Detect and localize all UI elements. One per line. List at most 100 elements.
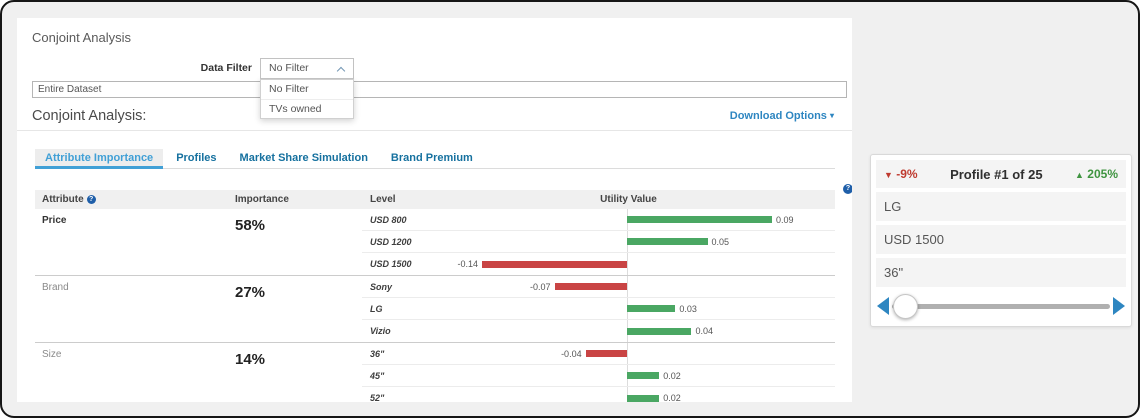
section-title: Conjoint Analysis: (32, 108, 147, 124)
utility-bar-negative (554, 283, 627, 290)
profile-item-price: USD 1500 (876, 225, 1126, 254)
utility-bar-cell: 0.09 (482, 209, 835, 230)
level-row: Sony -0.07 (362, 276, 835, 298)
tab-market-share-simulation[interactable]: Market Share Simulation (230, 149, 378, 169)
utility-bar-cell: 0.02 (482, 387, 835, 402)
page-title: Conjoint Analysis (32, 30, 131, 45)
slider-right-arrow[interactable] (1113, 297, 1125, 315)
caret-down-icon: ▾ (829, 111, 834, 120)
utility-value-label: 0.02 (663, 370, 681, 381)
profile-panel-header: ▼ -9% Profile #1 of 25 ▲ 205% (876, 160, 1126, 188)
level-label: 45" (370, 371, 385, 381)
attribute-name: Brand (42, 282, 69, 293)
level-row: USD 1200 0.05 (362, 231, 835, 253)
dropdown-option-tvs-owned[interactable]: TVs owned (261, 99, 353, 118)
level-label: Sony (370, 282, 393, 292)
level-label: USD 800 (370, 215, 407, 225)
utility-value-label: 0.04 (695, 326, 713, 336)
utility-value-label: -0.04 (561, 348, 582, 359)
utility-bar-cell: 0.03 (482, 298, 835, 319)
level-row: 36" -0.04 (362, 343, 835, 365)
table-help-icon[interactable]: ? (843, 177, 852, 195)
profile-decrease-stat: ▼ -9% (884, 167, 918, 181)
level-row: Vizio 0.04 (362, 320, 835, 342)
slider-left-arrow[interactable] (877, 297, 889, 315)
utility-bar-positive (627, 238, 708, 245)
utility-value-label: 0.09 (776, 214, 794, 225)
data-filter-label: Data Filter (200, 62, 252, 74)
attribute-name: Price (42, 215, 67, 226)
data-filter-select[interactable]: No Filter (260, 58, 354, 79)
tab-profiles[interactable]: Profiles (166, 149, 226, 169)
utility-value-label: -0.07 (529, 281, 551, 292)
utility-bar-cell: 0.02 (482, 365, 835, 386)
table-header-row: Attribute? Importance Level Utility Valu… (35, 190, 835, 209)
utility-bar-positive (627, 216, 772, 223)
header-utility-value: Utility Value (600, 194, 657, 205)
utility-bar-negative (585, 350, 627, 357)
importance-table: Attribute? Importance Level Utility Valu… (35, 190, 835, 402)
attribute-help-icon[interactable]: ? (86, 195, 96, 204)
profile-slider (876, 290, 1126, 322)
header-attribute: Attribute? (35, 194, 227, 205)
attribute-group: Size 14% 36" -0.04 45" 0.02 52" 0.02 (35, 342, 835, 402)
tab-brand-premium[interactable]: Brand Premium (381, 149, 483, 169)
level-label: 36" (370, 349, 385, 359)
utility-bar-positive (627, 394, 660, 402)
level-rows: 36" -0.04 45" 0.02 52" 0.02 (362, 343, 835, 402)
slider-track-bar (892, 303, 1110, 309)
profile-panel-title: Profile #1 of 25 (950, 166, 1043, 182)
profile-increase-stat: ▲ 205% (1075, 167, 1118, 181)
level-label: USD 1200 (370, 237, 412, 247)
level-rows: Sony -0.07 LG 0.03 Vizio 0.04 (362, 276, 835, 342)
tab-attribute-importance[interactable]: Attribute Importance (35, 149, 164, 169)
level-row: USD 800 0.09 (362, 209, 835, 231)
conjoint-analysis-card: Conjoint Analysis Data Filter No Filter … (17, 18, 852, 402)
level-label: LG (370, 304, 383, 314)
level-label: 52" (370, 393, 385, 402)
download-options-button[interactable]: Download Options ▾ (730, 110, 834, 122)
utility-bar-negative (482, 260, 627, 268)
dropdown-option-no-filter[interactable]: No Filter (261, 80, 353, 99)
utility-bar-cell: 0.05 (482, 231, 835, 252)
utility-bar-positive (627, 372, 660, 379)
utility-value-label: -0.14 (457, 259, 478, 269)
attribute-name: Size (42, 349, 62, 360)
level-rows: USD 800 0.09 USD 1200 0.05 USD 1500 -0.14 (362, 209, 835, 275)
profile-item-brand: LG (876, 192, 1126, 221)
chevron-up-icon (336, 66, 346, 76)
slider-track[interactable] (892, 293, 1110, 319)
utility-bar-positive (627, 327, 692, 335)
data-filter-selected-value: No Filter (269, 62, 309, 74)
data-filter-dropdown: No Filter TVs owned (260, 79, 354, 119)
utility-bar-cell: -0.04 (482, 343, 835, 364)
utility-value-label: 0.03 (679, 303, 697, 314)
importance-value: 14% (235, 351, 266, 368)
utility-value-label: 0.05 (711, 236, 730, 247)
app-frame: Conjoint Analysis Data Filter No Filter … (0, 0, 1140, 418)
importance-value: 27% (235, 284, 266, 301)
attribute-group: Brand 27% Sony -0.07 LG 0.03 Vizio 0.04 (35, 275, 835, 342)
utility-bar-cell: -0.07 (482, 276, 835, 297)
triangle-up-icon: ▲ (1075, 170, 1084, 180)
level-row: 52" 0.02 (362, 387, 835, 402)
level-row: USD 1500 -0.14 (362, 253, 835, 275)
level-row: 45" 0.02 (362, 365, 835, 387)
header-level: Level (370, 194, 396, 205)
utility-bar-cell: -0.14 (457, 253, 835, 275)
header-importance: Importance (235, 194, 289, 205)
level-label: Vizio (370, 326, 391, 336)
tab-bar: Attribute Importance Profiles Market Sha… (35, 149, 835, 169)
utility-value-label: 0.02 (663, 393, 681, 402)
dataset-input[interactable] (32, 81, 847, 98)
divider (17, 130, 852, 131)
importance-table-body: Price 58% USD 800 0.09 USD 1200 0.05 USD 1500-… (35, 209, 835, 402)
slider-handle[interactable] (892, 293, 918, 319)
utility-bar-positive (627, 305, 676, 312)
utility-bar-cell: 0.04 (482, 320, 835, 342)
triangle-down-icon: ▼ (884, 170, 893, 180)
profile-item-size: 36" (876, 258, 1126, 287)
importance-value: 58% (235, 217, 266, 234)
level-row: LG 0.03 (362, 298, 835, 320)
profile-panel: ▼ -9% Profile #1 of 25 ▲ 205% LG USD 150… (870, 154, 1132, 327)
